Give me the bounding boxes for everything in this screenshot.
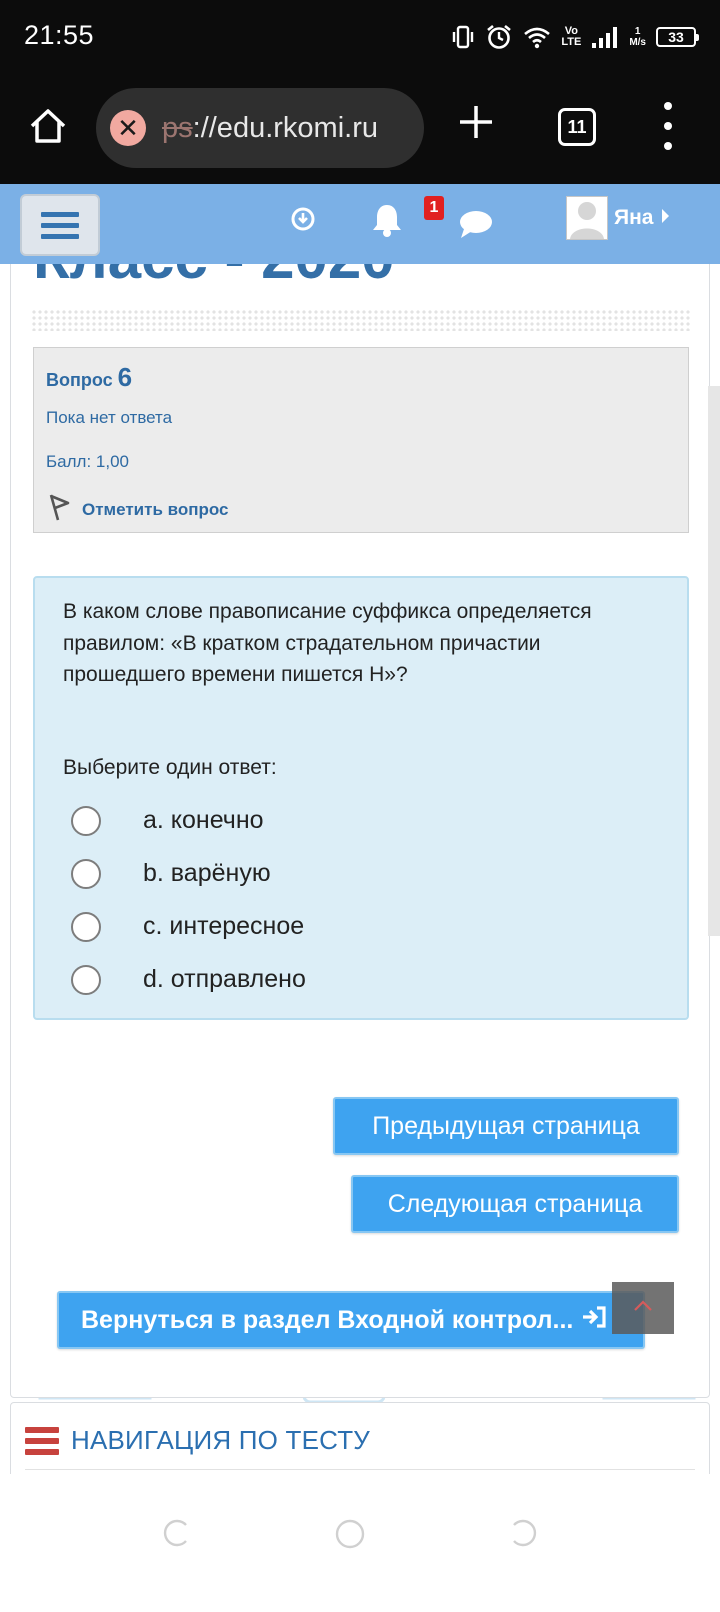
address-bar[interactable]: ✕ ps://edu.rkomi.ru: [96, 88, 424, 168]
status-icons: Vo LTE 1 M/s 33: [451, 20, 699, 54]
radio-button[interactable]: [71, 911, 101, 942]
vibrate-icon: [451, 24, 475, 50]
hamburger-icon: [25, 1426, 59, 1455]
back-icon[interactable]: [510, 1518, 540, 1553]
question-box: В каком слове правописание суффикса опре…: [33, 576, 689, 1020]
chevron-up-icon: [633, 1299, 653, 1317]
user-avatar-icon: [566, 196, 608, 240]
answer-label[interactable]: a. конечно: [143, 806, 264, 835]
recents-icon[interactable]: [160, 1518, 190, 1553]
url-text[interactable]: ps://edu.rkomi.ru: [162, 112, 378, 145]
question-info: Вопрос 6 Пока нет ответа Балл: 1,00 Отме…: [33, 347, 689, 533]
home-circle-icon[interactable]: [334, 1518, 366, 1555]
scroll-to-top-button[interactable]: [612, 1282, 674, 1334]
wifi-icon: [523, 25, 551, 49]
quiz-card: Класс - 2020 Вопрос 6 Пока нет ответа Ба…: [10, 250, 710, 1398]
flag-question-link[interactable]: Отметить вопрос: [46, 492, 229, 527]
alarm-icon: [485, 23, 513, 51]
flag-icon: [46, 492, 72, 527]
system-navigation-bar: [0, 1474, 720, 1612]
question-text: В каком слове правописание суффикса опре…: [63, 600, 592, 686]
notification-badge: 1: [424, 196, 444, 220]
return-to-section-button[interactable]: Вернуться в раздел Входной контрол...: [57, 1291, 645, 1349]
question-number: Вопрос 6: [46, 362, 133, 392]
answer-option-a[interactable]: a. конечно: [71, 794, 306, 847]
divider: [25, 1469, 695, 1470]
quiz-navigation-title: НАВИГАЦИЯ ПО ТЕСТУ: [71, 1425, 371, 1455]
radio-button[interactable]: [71, 964, 101, 995]
return-label: Вернуться в раздел Входной контрол...: [81, 1305, 574, 1334]
question-grade: Балл: 1,00: [46, 452, 129, 471]
status-bar: 21:55 Vo LTE 1 M/s 33: [0, 0, 720, 74]
answer-label[interactable]: c. интересное: [143, 912, 304, 941]
tabs-icon[interactable]: 11: [558, 108, 596, 146]
radio-button[interactable]: [71, 805, 101, 836]
answer-option-b[interactable]: b. варёную: [71, 847, 306, 900]
next-page-button[interactable]: Следующая страница: [351, 1175, 679, 1233]
answer-label[interactable]: d. отправлено: [143, 965, 306, 994]
drawer-toggle-button[interactable]: [20, 194, 100, 256]
caret-right-icon: [659, 207, 671, 230]
volte-icon: Vo LTE: [561, 25, 582, 48]
menu-icon[interactable]: [660, 102, 676, 150]
page-scrollbar[interactable]: [708, 386, 720, 936]
download-icon[interactable]: [290, 206, 316, 237]
chat-icon[interactable]: [458, 210, 494, 245]
signal-icon: [591, 25, 619, 49]
question-status: Пока нет ответа: [46, 408, 173, 427]
browser-toolbar: ✕ ps://edu.rkomi.ru 11: [0, 74, 720, 184]
site-navbar: 1 Яна: [0, 184, 720, 264]
quiz-navigation-header[interactable]: НАВИГАЦИЯ ПО ТЕСТУ: [25, 1425, 370, 1456]
answer-label[interactable]: b. варёную: [143, 859, 271, 888]
connection-error-icon[interactable]: ✕: [110, 110, 146, 146]
bell-icon[interactable]: [370, 202, 404, 243]
user-menu[interactable]: Яна: [566, 196, 671, 240]
dotted-separator: [31, 309, 691, 331]
answer-option-d[interactable]: d. отправлено: [71, 953, 306, 1006]
answer-prompt: Выберите один ответ:: [63, 756, 277, 779]
battery-icon: 33: [656, 27, 699, 47]
radio-button[interactable]: [71, 858, 101, 889]
new-tab-icon[interactable]: [456, 102, 496, 142]
network-speed: 1 M/s: [629, 26, 646, 48]
answer-list: a. конечно b. варёную c. интересное d. о…: [71, 794, 306, 1006]
status-time: 21:55: [24, 20, 95, 50]
home-icon[interactable]: [26, 104, 70, 148]
sign-in-icon: [581, 1305, 607, 1335]
answer-option-c[interactable]: c. интересное: [71, 900, 306, 953]
user-name: Яна: [614, 206, 654, 229]
previous-page-button[interactable]: Предыдущая страница: [333, 1097, 679, 1155]
